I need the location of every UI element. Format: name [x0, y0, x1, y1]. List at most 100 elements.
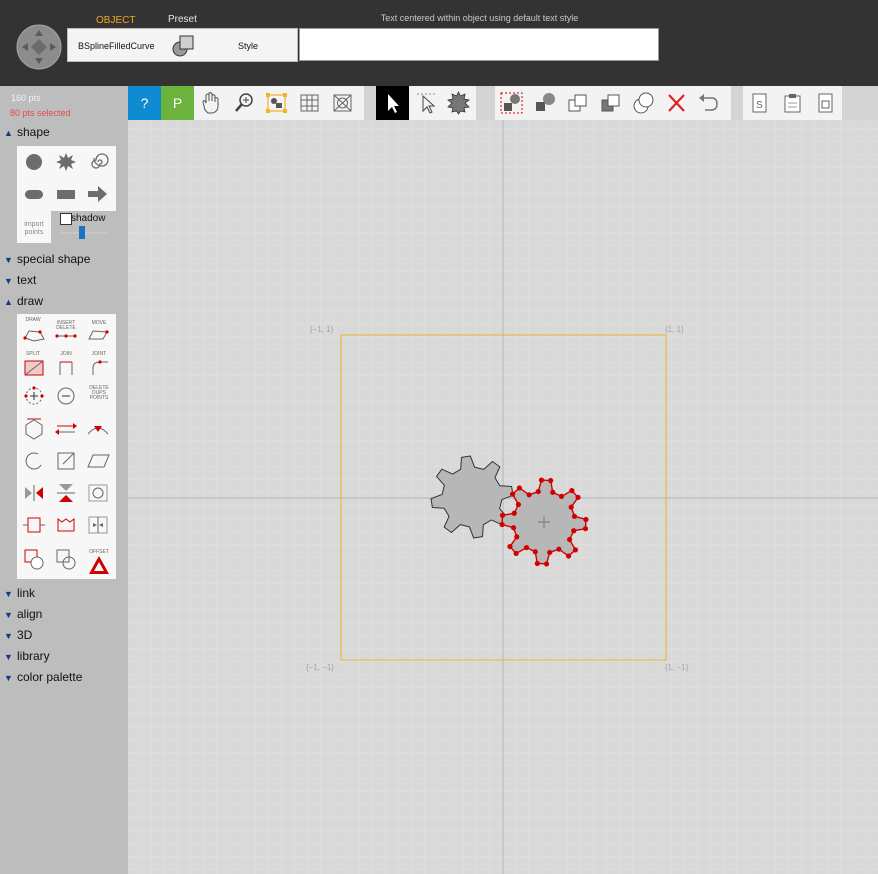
control-point[interactable]	[509, 491, 516, 497]
control-point[interactable]	[556, 546, 562, 552]
clipboard-button[interactable]	[776, 86, 809, 120]
shape-union-icon[interactable]	[21, 546, 47, 572]
text-input[interactable]	[299, 28, 659, 61]
section-text[interactable]: ▼ text	[4, 273, 36, 287]
control-point[interactable]	[568, 504, 574, 510]
control-point[interactable]	[538, 477, 545, 483]
join-icon[interactable]	[54, 358, 78, 378]
center-icon[interactable]	[85, 513, 111, 537]
rectangle-icon[interactable]	[53, 182, 79, 206]
select-bounds-button[interactable]	[260, 86, 293, 120]
section-draw[interactable]: ▲ draw	[4, 294, 43, 308]
section-align[interactable]: ▼ align	[4, 607, 42, 621]
doc-s-button[interactable]: S	[743, 86, 776, 120]
control-point[interactable]	[514, 534, 520, 540]
control-point[interactable]	[575, 494, 581, 501]
rounded-rect-icon[interactable]	[21, 182, 47, 206]
shape-intersect-icon[interactable]	[53, 546, 79, 572]
section-shape[interactable]: ▲ shape	[4, 125, 50, 139]
target-button[interactable]	[326, 86, 359, 120]
control-point[interactable]	[571, 528, 577, 534]
control-point[interactable]	[565, 553, 572, 559]
bring-front-button[interactable]	[561, 86, 594, 120]
control-point[interactable]	[510, 525, 517, 531]
nav-pad-icon[interactable]	[16, 24, 62, 70]
control-point[interactable]	[548, 477, 554, 484]
scale-icon[interactable]	[53, 449, 79, 473]
mirror-icon[interactable]	[21, 481, 47, 505]
rotate-icon[interactable]	[21, 449, 47, 473]
control-point[interactable]	[569, 487, 575, 494]
add-point-icon[interactable]	[21, 384, 47, 408]
remove-point-icon[interactable]	[53, 384, 79, 408]
offset-icon[interactable]	[87, 554, 111, 576]
shadow-slider-thumb[interactable]	[79, 226, 85, 239]
control-point[interactable]	[550, 489, 556, 495]
points-count: 160 pts	[11, 93, 41, 103]
control-point[interactable]	[547, 549, 553, 556]
circle-icon[interactable]	[21, 150, 47, 174]
control-point[interactable]	[532, 549, 538, 555]
compress-h-icon[interactable]	[21, 513, 47, 537]
style-label[interactable]: Style	[238, 41, 258, 51]
gear-shape-button[interactable]	[442, 86, 475, 120]
control-point[interactable]	[535, 488, 541, 495]
grid-button[interactable]	[293, 86, 326, 120]
draw-curve-icon[interactable]	[20, 326, 48, 344]
fill-square-icon	[536, 93, 555, 111]
star-burst-icon[interactable]	[53, 150, 79, 174]
move-points-icon[interactable]	[85, 328, 113, 342]
delete-button[interactable]	[660, 86, 693, 120]
fit-icon[interactable]	[85, 481, 111, 505]
control-point[interactable]	[572, 547, 579, 553]
flip-icon[interactable]	[53, 481, 79, 505]
polygon-icon[interactable]	[21, 416, 47, 442]
compress-v-icon[interactable]	[53, 513, 79, 537]
pointer-button[interactable]	[376, 86, 409, 120]
control-point[interactable]	[515, 501, 522, 508]
skew-icon[interactable]	[85, 449, 111, 473]
control-point[interactable]	[583, 516, 589, 523]
group-select-button[interactable]	[495, 86, 528, 120]
symmetry-icon[interactable]	[85, 416, 111, 442]
undo-button[interactable]	[693, 86, 726, 120]
hand-tool-button[interactable]	[194, 86, 227, 120]
spiral-icon[interactable]	[85, 150, 111, 174]
control-point[interactable]	[526, 492, 532, 498]
insert-delete-icon[interactable]	[51, 328, 81, 342]
control-point[interactable]	[507, 543, 513, 550]
control-point[interactable]	[523, 544, 530, 551]
control-point[interactable]	[499, 521, 505, 528]
preset-shape-icon[interactable]	[171, 33, 197, 59]
zoom-button[interactable]	[227, 86, 260, 120]
section-special-shape[interactable]: ▼ special shape	[4, 252, 90, 266]
control-point[interactable]	[558, 493, 565, 500]
control-point[interactable]	[513, 550, 519, 557]
section-link[interactable]: ▼ link	[4, 586, 35, 600]
section-color-palette[interactable]: ▼ color palette	[4, 670, 82, 684]
section-label: special shape	[17, 252, 91, 266]
control-point[interactable]	[543, 561, 550, 567]
control-point[interactable]	[534, 560, 540, 567]
section-library[interactable]: ▼ library	[4, 649, 50, 663]
split-icon[interactable]	[22, 358, 46, 378]
object-name[interactable]: BSplineFilledCurve	[78, 41, 155, 51]
point-select-button[interactable]	[409, 86, 442, 120]
joint-icon[interactable]	[88, 358, 112, 378]
overlap-circles-button[interactable]	[627, 86, 660, 120]
control-point[interactable]	[571, 513, 578, 519]
doc-copy-button[interactable]	[809, 86, 842, 120]
help-button[interactable]: ?	[128, 86, 161, 120]
control-point[interactable]	[516, 485, 523, 491]
control-point[interactable]	[511, 510, 517, 516]
reverse-icon[interactable]	[53, 416, 79, 442]
fill-square-button[interactable]	[528, 86, 561, 120]
control-point[interactable]	[499, 512, 506, 518]
drawing-canvas[interactable]: {−1, 1} {1, 1} {−1, −1} {1, −1}	[128, 120, 878, 874]
send-back-button[interactable]	[594, 86, 627, 120]
arrow-icon[interactable]	[85, 182, 111, 206]
control-point[interactable]	[566, 536, 573, 543]
p-button[interactable]: P	[161, 86, 194, 120]
control-point[interactable]	[582, 526, 589, 532]
section-3d[interactable]: ▼ 3D	[4, 628, 32, 642]
